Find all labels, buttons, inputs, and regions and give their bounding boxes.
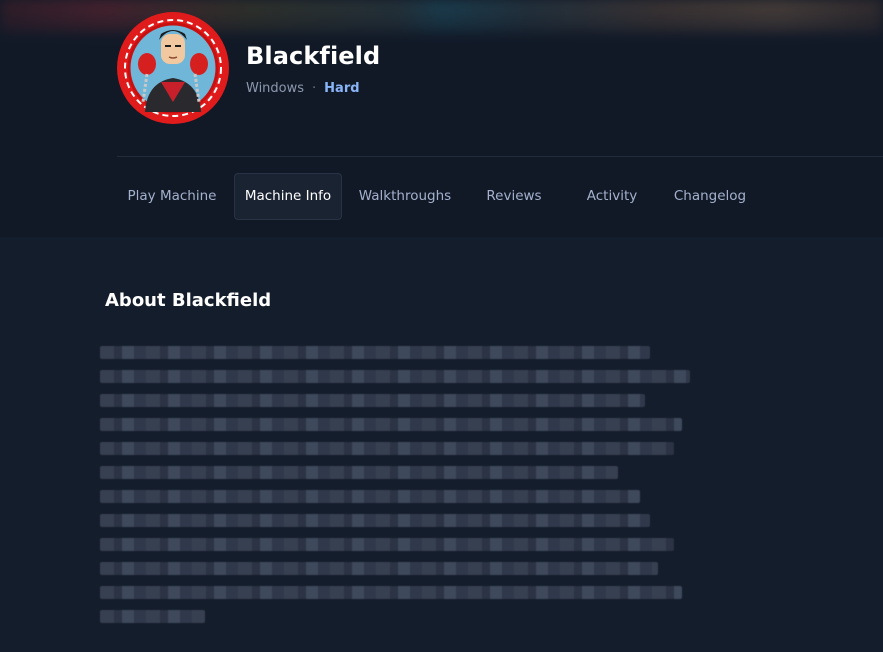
machine-meta: Windows · Hard [246,81,360,96]
blurred-line [100,466,618,479]
blurred-line [100,610,205,623]
tab-walkthroughs[interactable]: Walkthroughs [350,173,460,220]
blurred-line [100,370,690,383]
blurred-line [100,442,674,455]
header-divider [117,156,883,157]
about-heading: About Blackfield [105,290,272,311]
tab-play-machine[interactable]: Play Machine [117,173,227,220]
blurred-line [100,490,640,503]
avatar-icon [117,12,229,124]
meta-separator: · [312,81,317,96]
machine-header: Blackfield Windows · Hard Play Machine Mac… [0,0,883,237]
about-description-blurred [100,344,690,628]
difficulty-badge: Hard [324,81,360,96]
blurred-line [100,346,650,359]
blurred-line [100,538,674,551]
tab-activity[interactable]: Activity [568,173,656,220]
blurred-line [100,394,645,407]
tab-reviews[interactable]: Reviews [468,173,560,220]
tab-machine-info[interactable]: Machine Info [234,173,342,220]
tab-changelog[interactable]: Changelog [662,173,758,220]
machine-avatar [117,12,229,124]
blurred-line [100,586,682,599]
blurred-line [100,418,682,431]
os-label: Windows [246,81,305,96]
machine-title: Blackfield [246,42,381,70]
blurred-line [100,562,658,575]
blurred-line [100,514,650,527]
